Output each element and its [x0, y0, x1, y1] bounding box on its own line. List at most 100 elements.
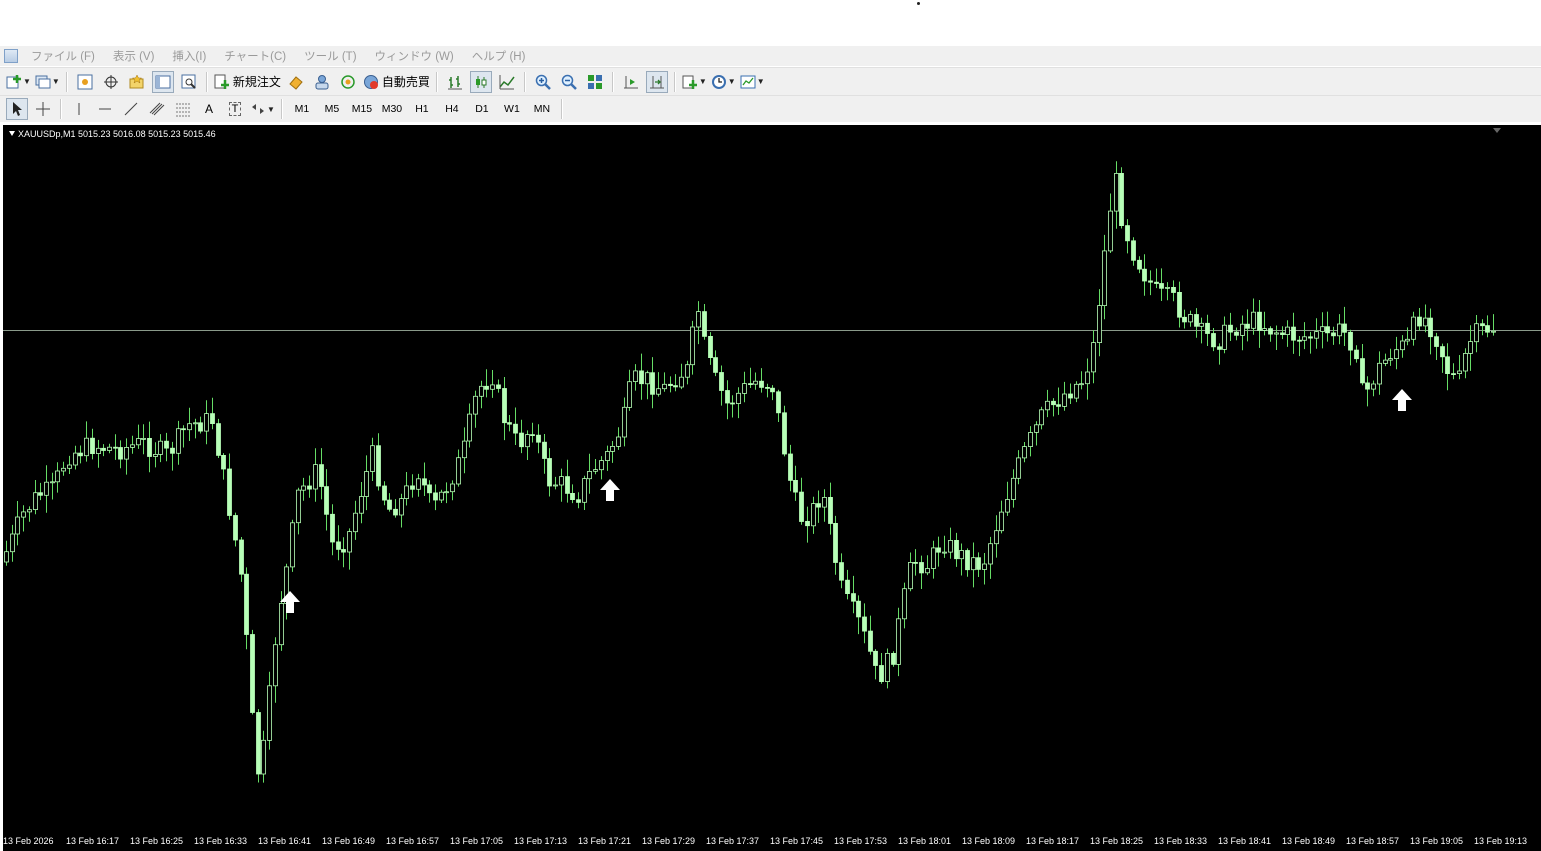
candle-body	[633, 370, 638, 382]
candle-body	[1211, 333, 1216, 348]
time-axis-label: 13 Feb 17:13	[514, 836, 568, 846]
title-area	[0, 0, 1541, 46]
line-chart-button[interactable]	[496, 71, 518, 93]
timeframe-m30[interactable]: M30	[379, 98, 405, 120]
timeframe-d1[interactable]: D1	[469, 98, 495, 120]
candle-body	[1262, 328, 1267, 331]
price-chart[interactable]	[3, 125, 1541, 831]
navigator-button[interactable]	[126, 71, 148, 93]
candle-body	[1365, 382, 1370, 390]
candle-body	[136, 438, 141, 446]
candle-body	[416, 478, 421, 490]
menu-view[interactable]: 表示 (V)	[113, 48, 155, 64]
user-icon	[315, 74, 329, 89]
timeframe-mn[interactable]: MN	[529, 98, 555, 120]
candle-body	[999, 511, 1004, 532]
horizontal-line-button[interactable]	[94, 98, 116, 120]
candle-body	[153, 453, 158, 457]
menu-file[interactable]: ファイル (F)	[31, 48, 95, 64]
equidistant-channel-button[interactable]	[146, 98, 168, 120]
menu-window[interactable]: ウィンドウ (W)	[375, 48, 454, 64]
menu-charts[interactable]: チャート(C)	[224, 48, 286, 64]
candle-body	[250, 634, 255, 713]
metaeditor-button[interactable]	[285, 71, 307, 93]
chart-shift-button[interactable]	[645, 70, 668, 93]
candle-body	[1222, 324, 1227, 350]
auto-scroll-icon	[623, 75, 638, 88]
trendline-button[interactable]	[120, 98, 142, 120]
candle-body	[1114, 173, 1119, 212]
zoom-out-button[interactable]	[558, 71, 580, 93]
menu-tools[interactable]: ツール (T)	[304, 48, 356, 64]
candle-body	[1428, 317, 1433, 338]
timeframe-w1[interactable]: W1	[499, 98, 525, 120]
text-label-button[interactable]: T	[224, 98, 246, 120]
candle-body	[845, 579, 850, 595]
candle-body	[793, 479, 798, 493]
chart-area[interactable]: XAUUSDp,M1 5015.23 5016.08 5015.23 5015.…	[3, 125, 1541, 831]
profiles-button[interactable]: ▼	[35, 71, 60, 93]
candlestick-chart-button[interactable]	[469, 70, 492, 93]
tile-windows-button[interactable]	[584, 71, 606, 93]
candle-body	[965, 550, 970, 571]
tester-magnifier-icon	[181, 74, 196, 89]
experts-button[interactable]	[311, 71, 333, 93]
indicators-button[interactable]: ▼	[682, 71, 707, 93]
candle-body	[1423, 317, 1428, 327]
candle-body	[805, 520, 810, 527]
market-watch-button[interactable]	[74, 71, 96, 93]
candle-body	[908, 561, 913, 590]
vertical-line-button[interactable]	[68, 98, 90, 120]
templates-button[interactable]: ▼	[740, 71, 765, 93]
separator	[60, 99, 62, 119]
time-axis-label: 13 Feb 18:09	[962, 836, 1016, 846]
candle-body	[347, 531, 352, 553]
auto-scroll-button[interactable]	[620, 71, 642, 93]
crosshair-button[interactable]	[32, 98, 54, 120]
candle-body	[1182, 316, 1187, 323]
candle-body	[204, 413, 209, 432]
candle-body	[433, 492, 438, 501]
candle-body	[599, 460, 604, 471]
timeframe-h4[interactable]: H4	[439, 98, 465, 120]
candle-body	[1405, 338, 1410, 342]
candle-body	[988, 543, 993, 565]
candle-body	[547, 458, 552, 487]
timeframe-m1[interactable]: M1	[289, 98, 315, 120]
arrows-button[interactable]: ▼	[250, 98, 275, 120]
candle-body	[227, 468, 232, 516]
candle-body	[1159, 283, 1164, 289]
time-axis-label: 13 Feb 18:01	[898, 836, 952, 846]
candle-body	[1011, 477, 1016, 500]
terminal-button[interactable]	[151, 70, 174, 93]
fibonacci-button[interactable]	[172, 98, 194, 120]
new-chart-button[interactable]: ▼	[6, 71, 31, 93]
timeframe-h1[interactable]: H1	[409, 98, 435, 120]
bar-chart-button[interactable]	[444, 71, 466, 93]
menu-insert[interactable]: 挿入(I)	[172, 48, 206, 64]
zoom-in-button[interactable]	[532, 71, 554, 93]
auto-trading-button[interactable]: 自動売買	[363, 71, 430, 93]
candle-body	[828, 496, 833, 524]
cursor-button[interactable]	[6, 98, 28, 120]
signals-button[interactable]	[337, 71, 359, 93]
menu-help[interactable]: ヘルプ (H)	[472, 48, 526, 64]
candle-body	[1400, 340, 1405, 351]
candle-body	[1068, 393, 1073, 399]
periods-button[interactable]: ▼	[711, 71, 736, 93]
timeframe-m5[interactable]: M5	[319, 98, 345, 120]
candle-body	[130, 444, 135, 448]
strategy-tester-button[interactable]	[178, 71, 200, 93]
time-axis-label: 13 Feb 16:25	[130, 836, 184, 846]
text-tool-label: A	[204, 102, 213, 116]
chart-shift-icon	[649, 75, 664, 88]
time-axis-label: 13 Feb 16:17	[66, 836, 120, 846]
text-button[interactable]: A	[198, 98, 220, 120]
candle-body	[696, 311, 701, 328]
new-order-button[interactable]: 新規注文	[214, 71, 281, 93]
candle-body	[124, 446, 129, 460]
data-window-button[interactable]	[100, 71, 122, 93]
timeframe-m15[interactable]: M15	[349, 98, 375, 120]
time-axis-label: 13 Feb 18:33	[1154, 836, 1208, 846]
candle-body	[1331, 332, 1336, 337]
